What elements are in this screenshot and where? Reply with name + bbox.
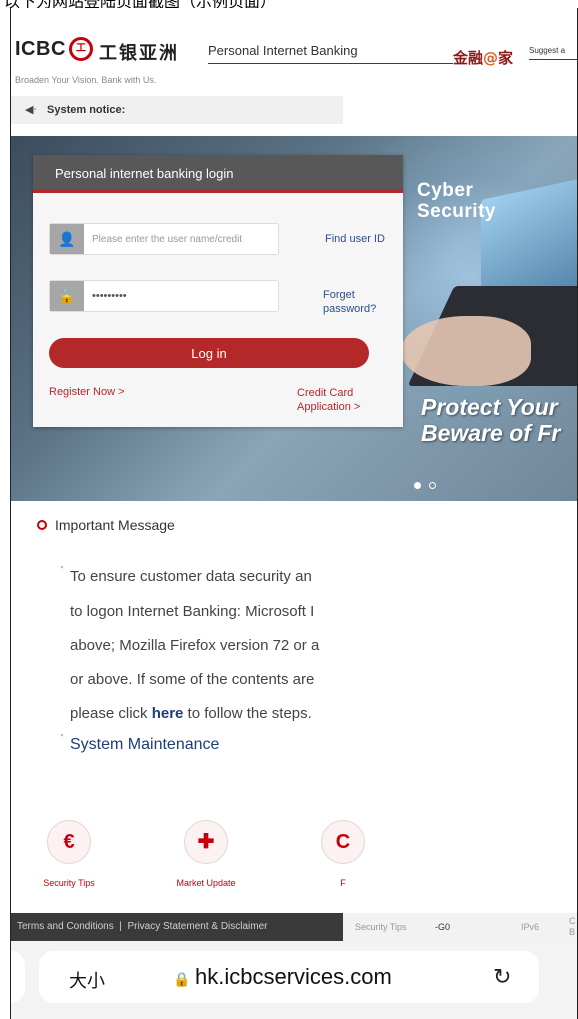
logo-chinese[interactable]: 工银亚洲 [99, 39, 179, 65]
url-text[interactable]: hk.icbcservices.com [195, 964, 392, 990]
jr-text-1: 金融 [453, 49, 484, 67]
quote-mark: ' [61, 565, 63, 576]
message-line-2: to logon Internet Banking: Microsoft I [70, 603, 315, 620]
message-line-1: To ensure customer data security an [70, 568, 312, 585]
icbc-logo-icon[interactable]: 工 [69, 37, 93, 61]
slogan: Broaden Your Vision. Bank with Us. [15, 75, 157, 85]
site-footer: Terms and Conditions | Privacy Statement… [11, 913, 577, 941]
security-tips-icon: € [47, 820, 91, 864]
carousel-dot-2[interactable] [429, 482, 436, 489]
message-line-3: above; Mozilla Firefox version 72 or a [70, 637, 320, 654]
cyber-line1: Cyber [417, 180, 474, 201]
reload-icon[interactable]: ↻ [493, 964, 511, 990]
jinrong-link[interactable]: 金融@家 [453, 47, 513, 68]
hands-graphic [401, 316, 531, 386]
username-field[interactable]: 👤 [49, 223, 279, 255]
suggest-divider [529, 59, 577, 60]
line5-post: to follow the steps. [183, 705, 312, 722]
market-update-shortcut[interactable]: ✚ Market Update [166, 820, 246, 888]
speaker-icon: ◀ᐧ [25, 104, 37, 116]
password-input[interactable] [92, 281, 278, 311]
jr-at: @ [483, 49, 499, 67]
message-line-5: please click here to follow the steps. [70, 705, 312, 722]
caption-text: 以下为网站登陆页面截图（示例页面） [4, 0, 276, 8]
screenshot-frame: ICBC 工 工银亚洲 Personal Internet Banking 金融… [10, 8, 578, 1019]
logo-text[interactable]: ICBC [15, 38, 66, 61]
footer-c: C [569, 916, 576, 926]
privacy-link[interactable]: Privacy Statement & Disclaimer [127, 921, 267, 932]
credit-card-application-link[interactable]: Credit Card Application > [297, 386, 360, 414]
shortcut-icon: C [321, 820, 365, 864]
lock-icon: 🔒 [50, 281, 84, 311]
here-link[interactable]: here [152, 705, 184, 722]
top-caption: 以下为网站登陆页面截图（示例页面） [0, 0, 578, 8]
third-shortcut[interactable]: C F [303, 820, 383, 888]
cyber-security-heading: Cyber Security [417, 180, 496, 222]
text-size-button[interactable]: 大小 [69, 967, 105, 993]
footer-sep: | [119, 921, 122, 932]
site-header: ICBC 工 工银亚洲 Personal Internet Banking 金融… [11, 8, 577, 94]
lock-icon: 🔒 [173, 971, 191, 987]
market-update-label: Market Update [176, 878, 236, 888]
protect-line2: Beware of Fr [421, 420, 561, 446]
security-tips-shortcut[interactable]: € Security Tips [29, 820, 109, 888]
carousel-dots [414, 476, 444, 494]
credit-line1: Credit Card [297, 387, 354, 399]
forget-line1: Forget [323, 289, 355, 301]
carousel-dot-1[interactable] [414, 482, 421, 489]
user-icon: 👤 [50, 224, 84, 254]
footer-b: B [569, 927, 576, 937]
system-notice-label: System notice: [47, 104, 126, 116]
forget-line2: password? [323, 303, 377, 315]
market-update-icon: ✚ [184, 820, 228, 864]
username-input[interactable] [92, 224, 278, 254]
cyber-line2: Security [417, 201, 496, 222]
header-divider [208, 63, 453, 64]
url-field[interactable]: 大小 🔒 hk.icbcservices.com ↻ [39, 951, 539, 1003]
protect-line1: Protect Your [421, 394, 558, 420]
footer-links: Terms and Conditions | Privacy Statement… [17, 921, 268, 932]
register-now-link[interactable]: Register Now > [49, 386, 125, 398]
footer-g0: -G0 [435, 922, 451, 932]
line5-pre: please click [70, 705, 152, 722]
footer-right: Security Tips -G0 IPv6 C B [343, 913, 577, 941]
previous-tab-pill[interactable] [11, 951, 25, 1003]
message-line-4: or above. If some of the contents are [70, 671, 315, 688]
quote-mark-2: ' [61, 733, 63, 744]
product-title: Personal Internet Banking [208, 43, 358, 58]
security-tips-label: Security Tips [43, 878, 95, 888]
third-shortcut-label: F [340, 878, 346, 888]
login-panel: Personal internet banking login 👤 Find u… [33, 155, 403, 427]
protect-heading: Protect Your Beware of Fr [421, 394, 560, 446]
login-title: Personal internet banking login [55, 166, 234, 181]
system-notice-bar[interactable]: ◀ᐧ System notice: [11, 96, 343, 124]
footer-security-tips[interactable]: Security Tips [355, 922, 407, 932]
login-button[interactable]: Log in [49, 338, 369, 368]
credit-line2: Application > [297, 401, 361, 413]
password-field[interactable]: 🔒 [49, 280, 279, 312]
footer-ipv6: IPv6 [521, 922, 540, 932]
browser-address-bar: 大小 🔒 hk.icbcservices.com ↻ [11, 941, 577, 1019]
important-message-title: Important Message [55, 517, 175, 533]
jr-text-2: 家 [498, 49, 514, 67]
circle-bullet-icon [37, 520, 47, 530]
find-user-id-link[interactable]: Find user ID [325, 233, 385, 245]
system-maintenance-link[interactable]: System Maintenance [70, 736, 219, 754]
forget-password-link[interactable]: Forget password? [323, 288, 376, 316]
terms-link[interactable]: Terms and Conditions [17, 921, 114, 932]
suggest-link[interactable]: Suggest a [529, 46, 565, 55]
